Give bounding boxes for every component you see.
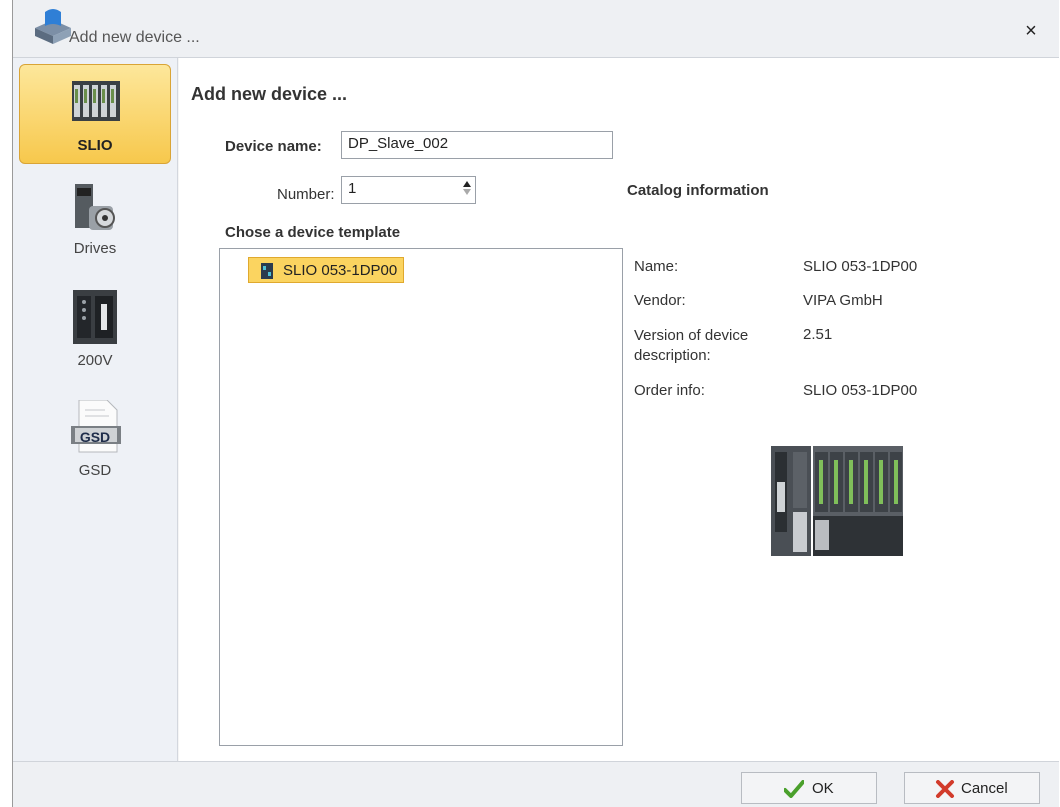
catalog-value-version: 2.51: [803, 326, 833, 343]
add-device-dialog: Add new device ... × SLIO Drives 200V GS…: [12, 0, 1059, 807]
ok-button[interactable]: OK: [741, 772, 877, 804]
sidebar-item-200v[interactable]: 200V: [19, 286, 171, 386]
template-heading: Chose a device template: [225, 224, 401, 241]
catalog-key-order: Order info:: [634, 382, 705, 399]
checkmark-icon: [784, 780, 804, 798]
sidebar-item-label: GSD: [78, 462, 112, 479]
arrow-up-icon[interactable]: [463, 181, 471, 187]
sidebar-item-gsd[interactable]: GSD GSD: [19, 396, 171, 496]
sidebar-item-drives[interactable]: Drives: [19, 176, 171, 276]
device-name-label: Device name:: [225, 138, 322, 155]
tree-item-slio[interactable]: SLIO 053-1DP00: [248, 257, 404, 283]
number-stepper[interactable]: 1: [341, 176, 476, 204]
plc-200v-icon: [73, 290, 117, 344]
cancel-x-icon: [936, 780, 954, 798]
window-title: Add new device ...: [69, 29, 200, 46]
slio-module-image: [771, 446, 903, 556]
catalog-key-vendor: Vendor:: [634, 292, 686, 309]
ok-label: OK: [812, 780, 834, 797]
gsd-file-icon: [71, 400, 121, 453]
catalog-value-name: SLIO 053-1DP00: [803, 258, 918, 275]
sidebar-item-slio[interactable]: SLIO: [19, 64, 171, 164]
device-name-field[interactable]: DP_Slave_002: [341, 131, 613, 159]
close-icon[interactable]: ×: [1021, 21, 1041, 42]
sidebar-item-label: SLIO: [77, 137, 113, 154]
catalog-key-version: Version of device description:: [634, 327, 749, 364]
catalog-value-order: SLIO 053-1DP00: [803, 382, 918, 399]
number-value: 1: [348, 180, 357, 197]
sidebar-item-label: Drives: [73, 240, 117, 257]
slio-module-icon: [72, 81, 120, 121]
number-label: Number:: [277, 186, 335, 203]
catalog-key-name: Name:: [634, 258, 679, 275]
arrow-down-icon[interactable]: [463, 189, 471, 195]
cancel-button[interactable]: Cancel: [904, 772, 1040, 804]
dialog-footer: OK Cancel: [13, 761, 1059, 807]
title-bar: Add new device ... ×: [13, 0, 1059, 58]
sidebar-item-label: 200V: [77, 352, 113, 369]
device-category-sidebar: SLIO Drives 200V GSD GSD: [13, 58, 178, 761]
stepper-arrows[interactable]: [462, 179, 472, 201]
catalog-value-vendor: VIPA GmbH: [803, 292, 883, 309]
page-title: Add new device ...: [191, 84, 348, 104]
drive-icon: [75, 184, 115, 230]
main-panel: Add new device ... Device name: DP_Slave…: [179, 58, 1059, 761]
cancel-label: Cancel: [961, 780, 1008, 797]
slio-small-icon: [261, 263, 273, 279]
tree-item-label: SLIO 053-1DP00: [283, 262, 398, 279]
sidebar-item-label: GSD: [79, 429, 111, 445]
device-template-tree[interactable]: SLIO 053-1DP00: [219, 248, 623, 746]
catalog-heading: Catalog information: [627, 182, 769, 199]
